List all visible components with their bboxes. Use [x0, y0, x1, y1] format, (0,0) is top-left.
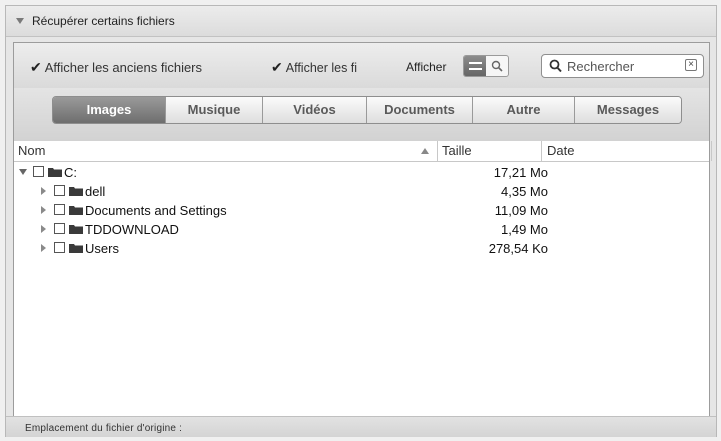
row-checkbox[interactable]: [54, 223, 65, 234]
tab-documents[interactable]: Documents: [367, 97, 473, 123]
show-files-checkbox[interactable]: ✔ Afficher les fi: [271, 59, 357, 76]
tab-music[interactable]: Musique: [166, 97, 263, 123]
column-name-label: Nom: [18, 143, 46, 158]
search-placeholder: Rechercher: [567, 59, 635, 74]
row-name: C:: [64, 165, 77, 180]
row-checkbox[interactable]: [54, 242, 65, 253]
row-size: 1,49 Mo: [501, 222, 548, 237]
expand-arrow-icon[interactable]: [41, 225, 46, 233]
row-size: 4,35 Mo: [501, 184, 548, 199]
row-name: TDDOWNLOAD: [85, 222, 179, 237]
checkmark-icon: ✔: [271, 59, 283, 75]
checkmark-icon: ✔: [30, 59, 42, 75]
tree-row[interactable]: C: 17,21 Mo: [14, 163, 709, 182]
search-icon: [549, 59, 562, 73]
column-name[interactable]: Nom: [14, 141, 438, 161]
show-files-label: Afficher les fi: [285, 60, 358, 75]
magnifier-icon: [491, 60, 503, 72]
row-name: Users: [85, 241, 119, 256]
category-tabs: Images Musique Vidéos Documents Autre Me…: [52, 96, 682, 124]
folder-icon: [69, 187, 83, 196]
column-size[interactable]: Taille: [438, 141, 542, 161]
tab-other[interactable]: Autre: [473, 97, 575, 123]
row-name: dell: [85, 184, 106, 199]
file-browser: ✔ Afficher les anciens fichiers ✔ Affich…: [13, 42, 712, 420]
tab-messages[interactable]: Messages: [575, 97, 681, 123]
tree-row[interactable]: Documents and Settings 11,09 Mo: [14, 201, 709, 220]
panel-header[interactable]: Récupérer certains fichiers: [6, 6, 716, 37]
status-footer: Emplacement du fichier d'origine :: [6, 416, 716, 437]
row-checkbox[interactable]: [33, 166, 44, 177]
display-label: Afficher: [406, 60, 447, 74]
column-size-label: Taille: [442, 143, 472, 158]
clear-search-icon[interactable]: ×: [685, 59, 697, 71]
column-header: Nom Taille Date: [14, 141, 712, 162]
row-size: 11,09 Mo: [494, 203, 548, 218]
row-size: 278,54 Ko: [488, 241, 548, 256]
toolbar: ✔ Afficher les anciens fichiers ✔ Affich…: [14, 43, 709, 89]
restore-files-panel: Récupérer certains fichiers ✔ Afficher l…: [5, 5, 717, 437]
row-checkbox[interactable]: [54, 204, 65, 215]
tree-row[interactable]: dell 4,35 Mo: [14, 182, 709, 201]
tree-row[interactable]: Users 278,54 Ko: [14, 239, 709, 258]
original-location-label: Emplacement du fichier d'origine :: [25, 423, 183, 434]
folder-icon: [48, 168, 62, 177]
search-input[interactable]: Rechercher ×: [541, 54, 704, 78]
expand-arrow-icon[interactable]: [41, 244, 46, 252]
list-view-button[interactable]: [464, 56, 486, 76]
expand-arrow-icon[interactable]: [41, 206, 46, 214]
collapse-arrow-icon[interactable]: [16, 18, 24, 24]
folder-tree: C: 17,21 Mo dell 4,35 Mo Documents and S…: [14, 163, 709, 258]
panel-title: Récupérer certains fichiers: [32, 14, 175, 28]
show-old-files-checkbox[interactable]: ✔ Afficher les anciens fichiers: [30, 59, 202, 76]
sort-ascending-icon: [421, 148, 429, 154]
category-tabbar: Images Musique Vidéos Documents Autre Me…: [14, 88, 709, 142]
list-icon: [468, 62, 482, 64]
row-name: Documents and Settings: [85, 203, 227, 218]
tree-row[interactable]: TDDOWNLOAD 1,49 Mo: [14, 220, 709, 239]
show-old-files-label: Afficher les anciens fichiers: [44, 60, 203, 75]
tab-images[interactable]: Images: [53, 97, 166, 123]
row-checkbox[interactable]: [54, 185, 65, 196]
view-toggle: [463, 55, 509, 77]
column-date[interactable]: Date: [542, 141, 712, 161]
folder-icon: [69, 225, 83, 234]
row-size: 17,21 Mo: [493, 165, 548, 180]
folder-icon: [69, 244, 83, 253]
expand-arrow-icon[interactable]: [41, 187, 46, 195]
column-date-label: Date: [547, 143, 575, 158]
folder-icon: [69, 206, 83, 215]
tab-videos[interactable]: Vidéos: [263, 97, 367, 123]
search-view-button[interactable]: [486, 56, 508, 76]
expand-arrow-icon[interactable]: [19, 169, 27, 175]
